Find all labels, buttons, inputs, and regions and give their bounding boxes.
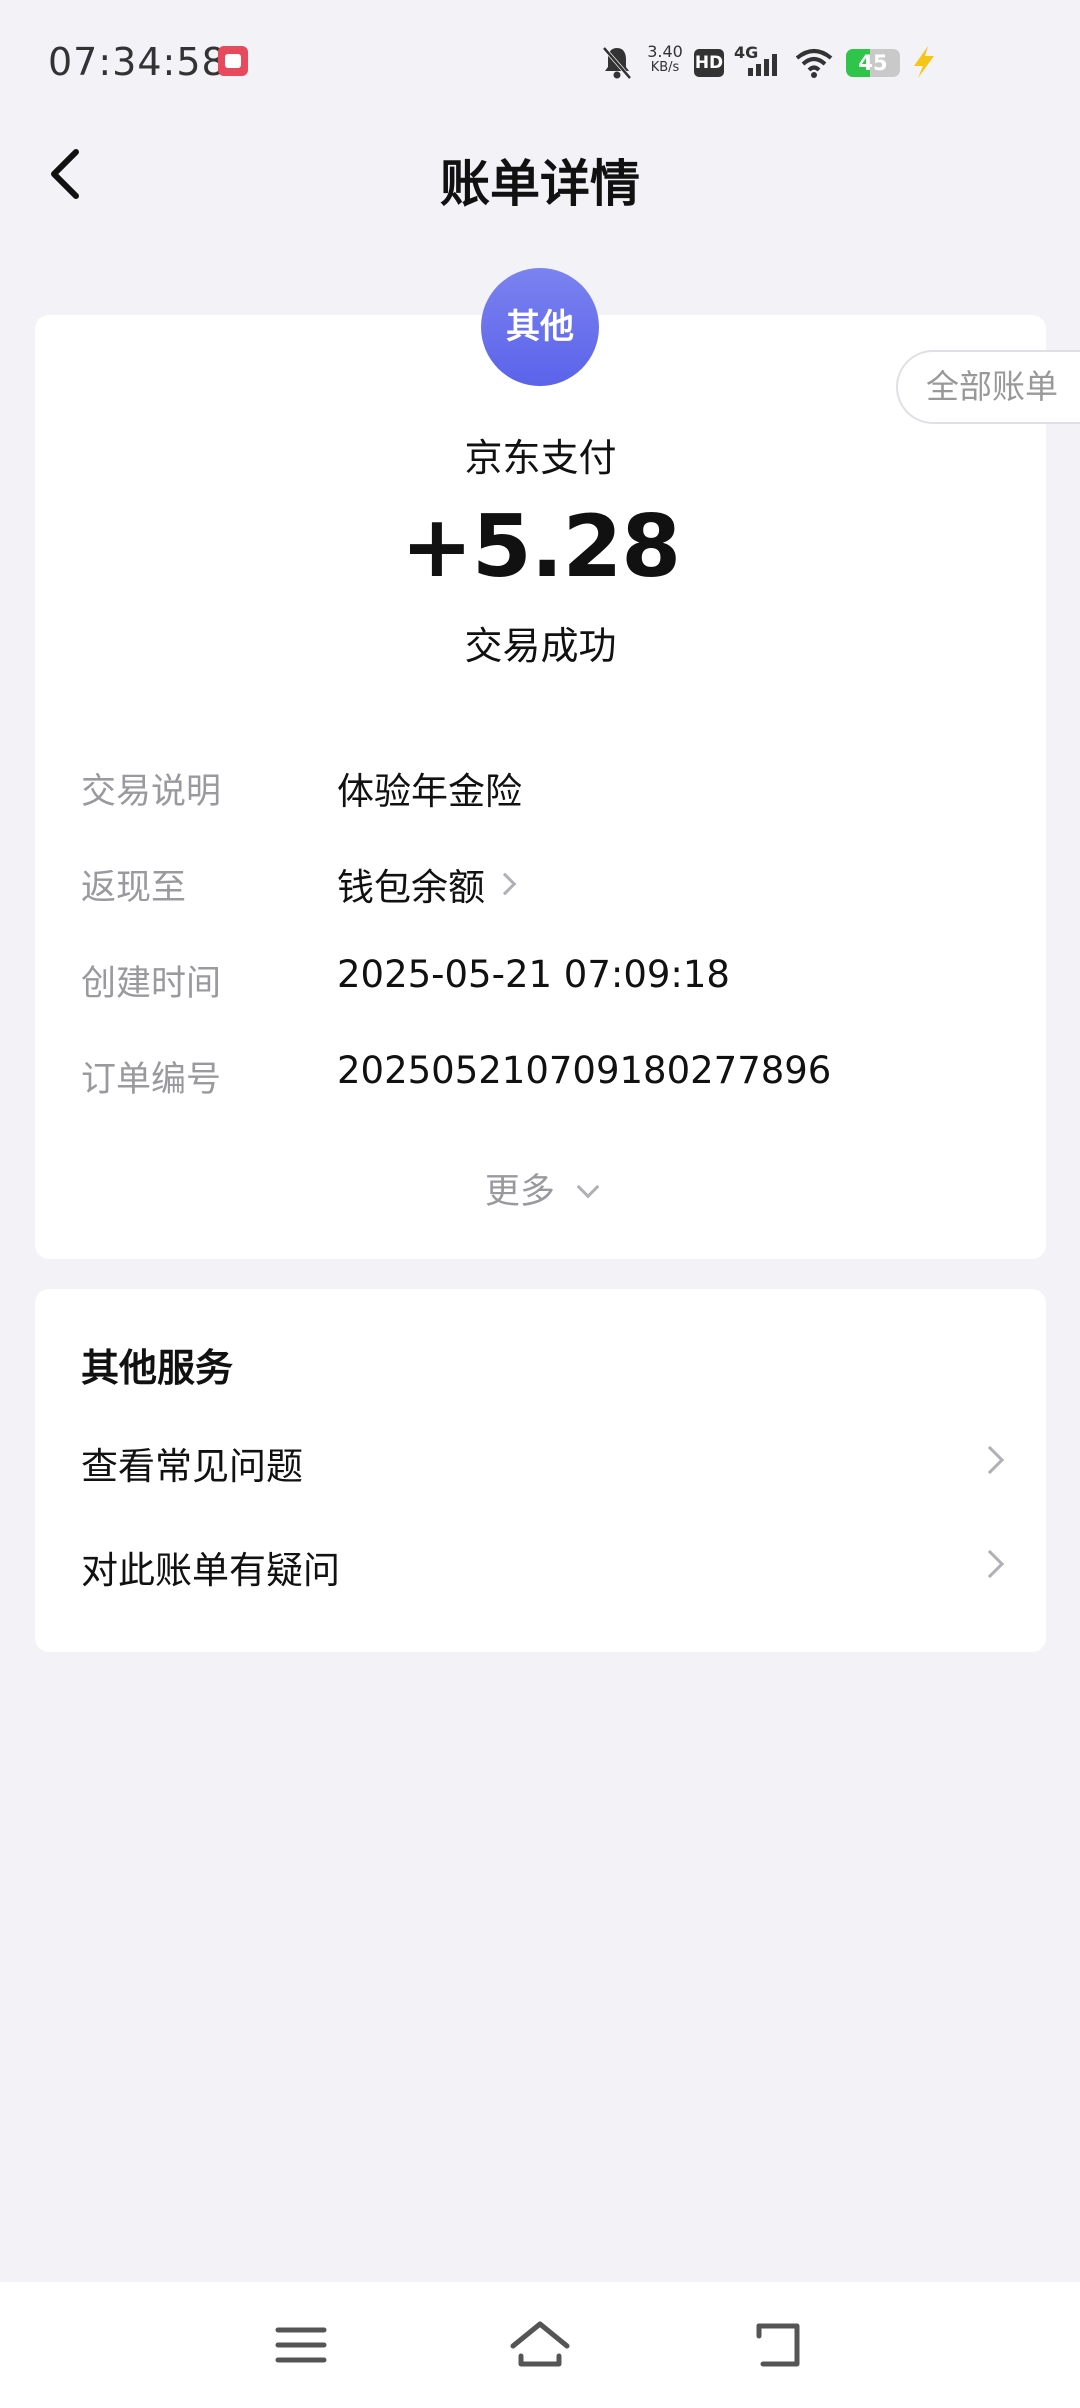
all-bills-button[interactable]: 全部账单 (896, 350, 1080, 424)
chevron-right-icon (975, 1445, 1005, 1475)
chevron-right-icon (493, 872, 517, 896)
row-value-cashback: 钱包余额 (337, 866, 485, 909)
service-item-label: 对此账单有疑问 (81, 1549, 340, 1592)
more-button[interactable]: 更多 (35, 1163, 1046, 1214)
menu-icon[interactable] (266, 2312, 336, 2378)
chevron-right-icon (975, 1549, 1005, 1579)
battery-icon: 45 (846, 49, 900, 77)
category-badge: 其他 (481, 268, 599, 386)
screen: 07:34:58 3.40 KB/s HD 4G 45 账单详情 其他 京东支付… (0, 0, 1080, 2408)
network-label: 4G (734, 43, 758, 62)
app-notification-icon (218, 46, 248, 76)
service-item-label: 查看常见问题 (81, 1445, 303, 1488)
mute-icon (602, 46, 632, 80)
home-icon[interactable] (505, 2312, 575, 2378)
battery-level: 45 (858, 51, 888, 75)
service-item-dispute[interactable]: 对此账单有疑问 (35, 1520, 1046, 1610)
status-bar: 07:34:58 3.40 KB/s HD 4G 45 (0, 0, 1080, 120)
row-value-order-number: 202505210709180277896 (337, 1049, 832, 1092)
status-time: 07:34:58 (48, 40, 227, 84)
row-label-created-time: 创建时间 (81, 964, 222, 1004)
wifi-icon (795, 49, 833, 78)
row-value-created-time: 2025-05-21 07:09:18 (337, 953, 730, 996)
system-nav-bar (0, 2282, 1080, 2408)
transaction-detail-card: 京东支付 +5.28 交易成功 交易说明 体验年金险 返现至 钱包余额 创建时间… (35, 315, 1046, 1259)
page-title: 账单详情 (440, 155, 640, 213)
net-speed-value: 3.40 (647, 42, 683, 61)
back-icon[interactable] (745, 2312, 815, 2378)
net-speed: 3.40 KB/s (642, 44, 688, 84)
chevron-down-icon (576, 1175, 600, 1199)
section-title: 其他服务 (81, 1346, 234, 1390)
cashback-destination-link[interactable]: 钱包余额 (337, 857, 517, 911)
header: 账单详情 (0, 120, 1080, 230)
row-label-order-number: 订单编号 (81, 1060, 222, 1100)
service-item-faq[interactable]: 查看常见问题 (35, 1416, 1046, 1506)
row-value-description: 体验年金险 (337, 770, 522, 813)
charging-icon (914, 46, 934, 78)
net-speed-unit: KB/s (650, 60, 680, 75)
row-label-cashback: 返现至 (81, 868, 187, 908)
signal-4g-icon: 4G (734, 43, 777, 76)
hd-icon: HD (694, 49, 724, 77)
other-services-card: 其他服务 查看常见问题 对此账单有疑问 (35, 1289, 1046, 1652)
transaction-amount: +5.28 (400, 497, 681, 597)
more-label: 更多 (484, 1172, 555, 1212)
merchant-name: 京东支付 (464, 436, 617, 480)
transaction-status: 交易成功 (464, 624, 617, 668)
row-label-description: 交易说明 (81, 772, 222, 812)
